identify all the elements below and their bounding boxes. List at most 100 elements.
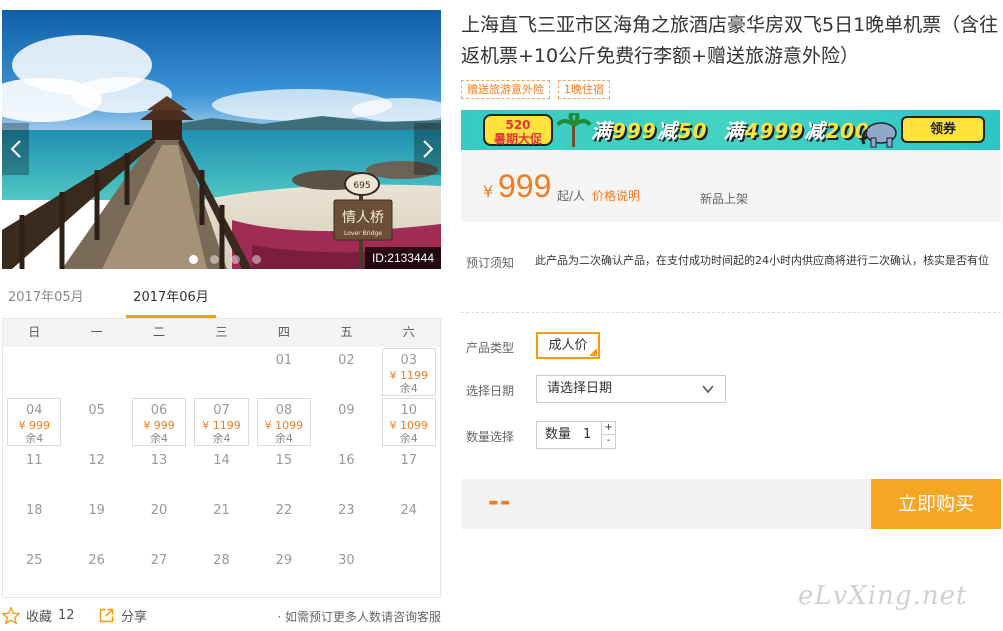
calendar-day-28: 28 (190, 547, 252, 597)
calendar-day-23: 23 (315, 497, 377, 547)
calendar-day-11: 11 (3, 447, 65, 497)
photo-dot[interactable] (210, 255, 219, 264)
bridge-sign-subtext: Lover Bridge (344, 230, 382, 237)
calendar-day-number: 29 (275, 553, 293, 568)
calendar-day-number: 25 (25, 553, 43, 568)
calendar-day-03[interactable]: 03 ¥ 1199 余4 (381, 348, 436, 396)
calendar-day-16: 16 (315, 447, 377, 497)
price-currency: ¥ (483, 182, 494, 201)
quantity-decrease-button[interactable]: - (601, 435, 615, 448)
calendar-day-29: 29 (253, 547, 315, 597)
promo-badge: 520 暑期大促 (483, 114, 553, 146)
booking-notice-text: 此产品为二次确认产品，在支付成功时间起的24小时内供应商将进行二次确认，核实是否… (535, 254, 989, 267)
notice-label: 预订须知 (466, 256, 515, 270)
calendar-day-19: 19 (65, 497, 127, 547)
share-button[interactable]: 分享 (98, 606, 147, 625)
calendar-day-number: 17 (400, 453, 418, 468)
date-select-placeholder: 请选择日期 (547, 381, 613, 396)
quantity-field-label: 数量 (545, 427, 572, 442)
calendar-day-number: 08 (275, 403, 293, 418)
promo-badge-number: 520 (505, 118, 531, 132)
calendar-day-number: 18 (25, 503, 43, 518)
calendar-day-number: 16 (338, 453, 355, 468)
quantity-value[interactable]: 1 (583, 422, 591, 448)
calendar-day-price: ¥ 999 (143, 419, 175, 432)
weekday-thu: 四 (277, 325, 290, 339)
photo-dot[interactable] (252, 255, 261, 264)
calendar-day-number: 22 (275, 503, 293, 518)
price-panel: ¥ 999 起/人 价格说明 新品上架 (461, 150, 1001, 222)
calendar-day-price: ¥ 1099 (264, 419, 304, 432)
date-select[interactable]: 请选择日期 (536, 375, 726, 403)
calendar-day-04[interactable]: 04 ¥ 999 余4 (7, 398, 62, 446)
quantity-increase-button[interactable]: + (601, 422, 615, 435)
calendar-day-number: 02 (338, 353, 355, 368)
calendar-day-number: 07 (213, 403, 230, 418)
calendar-day-24: 24 (378, 497, 440, 547)
calendar-day-06[interactable]: 06 ¥ 999 余4 (131, 398, 187, 446)
calendar-day-20: 20 (128, 497, 190, 547)
divider (461, 312, 1001, 313)
calendar-day-number: 21 (213, 503, 230, 518)
price-calendar: 日 一 二 三 四 五 六 01 02 03 ¥ 1199 余4 04 ¥ 999 余4 05 0… (2, 318, 441, 598)
price-explain-link[interactable]: 价格说明 (592, 187, 640, 204)
photo-dot[interactable] (189, 255, 198, 264)
photo-id-label: ID:2133444 (364, 247, 441, 269)
buy-now-button[interactable]: 立即购买 (871, 479, 1001, 529)
calendar-day-number: 06 (150, 403, 168, 418)
calendar-day-09: 09 (315, 397, 377, 447)
calendar-day-18: 18 (3, 497, 65, 547)
date-label: 选择日期 (466, 384, 515, 398)
product-type-label: 产品类型 (466, 341, 515, 355)
calendar-day-27: 27 (128, 547, 190, 597)
chevron-left-icon (10, 140, 21, 158)
calendar-day-08[interactable]: 08 ¥ 1099 余4 (256, 398, 312, 446)
offer2-mid: 减 (804, 119, 826, 143)
get-coupon-button[interactable]: 领券 (901, 116, 985, 143)
calendar-day-21: 21 (190, 497, 252, 547)
offer1-amount: 999 (612, 119, 657, 143)
new-product-label: 新品上架 (700, 192, 749, 206)
calendar-day-number: 03 (400, 353, 418, 368)
tab-month-june[interactable]: 2017年06月 (126, 287, 216, 318)
weekday-mon: 一 (90, 325, 103, 339)
photo-next-button[interactable] (414, 123, 441, 175)
offer1-mid: 减 (656, 119, 678, 143)
share-icon (99, 608, 114, 623)
weekday-wed: 三 (215, 325, 228, 339)
calendar-day-number: 19 (88, 503, 105, 518)
calendar-day-number: 28 (213, 553, 230, 568)
calendar-day-grid: 01 02 03 ¥ 1199 余4 04 ¥ 999 余4 05 06 ¥ 999 余4 07 ¥ 11… (3, 347, 440, 597)
product-title: 上海直飞三亚市区海角之旅酒店豪华房双飞5日1晚单机票（含往返机票+10公斤免费行… (461, 14, 999, 67)
calendar-day-number: 26 (88, 553, 105, 568)
price-unit: 起/人 (557, 189, 586, 203)
checkout-bar: -- 立即购买 (461, 479, 1001, 529)
calendar-day-number: 24 (400, 503, 418, 518)
calendar-empty-cell (3, 347, 65, 397)
calendar-day-25: 25 (3, 547, 65, 597)
calendar-day-01: 01 (253, 347, 315, 397)
product-photo-carousel[interactable]: 情人桥 Lover Bridge 695 ID:2133444 (2, 10, 441, 269)
product-type-adult-option[interactable]: 成人价 (536, 332, 600, 359)
bridge-sign-text: 情人桥 (342, 210, 384, 226)
calendar-day-15: 15 (253, 447, 315, 497)
favorite-button[interactable]: 收藏 12 (2, 606, 75, 625)
offer2-amount: 4999 (744, 119, 805, 143)
calendar-day-02: 02 (315, 347, 377, 397)
calendar-day-07[interactable]: 07 ¥ 1199 余4 (194, 398, 249, 446)
product-tags: 赠送旅游意外险 1晚住宿 (461, 80, 610, 99)
share-label: 分享 (121, 610, 148, 625)
promo-banner[interactable]: 520 暑期大促 满999减50 满4999减200 领券 (461, 110, 1000, 150)
weekday-sun: 日 (28, 325, 41, 339)
calendar-day-14: 14 (190, 447, 252, 497)
price-value: 999 (498, 168, 552, 204)
weekday-tue: 二 (153, 325, 166, 339)
photo-dot[interactable] (231, 255, 240, 264)
calendar-day-30: 30 (315, 547, 377, 597)
photo-prev-button[interactable] (2, 123, 29, 175)
tab-month-may[interactable]: 2017年05月 (2, 287, 90, 318)
calendar-day-17: 17 (378, 447, 440, 497)
site-watermark: eLvXing.net (798, 581, 968, 611)
calendar-day-10[interactable]: 10 ¥ 1099 余4 (381, 398, 436, 446)
calendar-day-number: 20 (150, 503, 168, 518)
